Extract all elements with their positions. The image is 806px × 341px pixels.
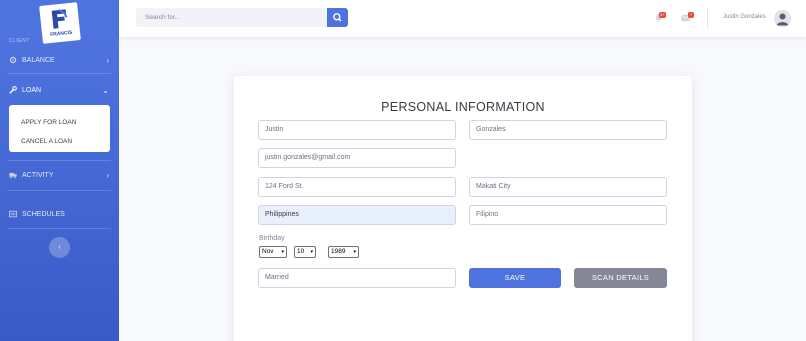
avatar[interactable]: [774, 10, 791, 27]
wrench-icon: [9, 86, 17, 94]
brand-text: FRANCIS: [49, 29, 73, 39]
dropdown-arrow-icon: ▾: [353, 249, 356, 255]
first-name-field[interactable]: Justin: [258, 120, 456, 140]
search-icon: [333, 13, 342, 22]
sidebar-item-label: BALANCE: [22, 56, 55, 64]
address-field[interactable]: 124 Ford St.: [258, 177, 456, 197]
birth-day-value: 10: [297, 248, 305, 255]
alerts-count-badge: 3+: [659, 12, 666, 18]
city-field[interactable]: Makati City: [469, 177, 667, 197]
birth-year-value: 1989: [331, 248, 346, 255]
sidebar-item-label: ACTIVITY: [22, 171, 54, 179]
save-button[interactable]: SAVE: [469, 268, 561, 288]
birthday-label: Birthday: [259, 235, 285, 242]
birth-day-select[interactable]: 10 ▾: [294, 246, 316, 258]
sidebar-divider: [8, 228, 111, 229]
country-field[interactable]: Philippines: [258, 205, 456, 225]
sidebar-divider: [8, 190, 111, 191]
user-avatar-icon: [774, 10, 791, 27]
topbar: Search for... 3+ 7 Justin Gonzales: [119, 0, 806, 37]
sidebar-item-schedules[interactable]: SCHEDULES: [0, 204, 119, 224]
chevron-right-icon: ›: [106, 55, 109, 65]
search-input[interactable]: Search for...: [136, 8, 327, 27]
submenu-item-apply-for-loan[interactable]: APPLY FOR LOAN: [9, 113, 110, 132]
list-icon: [9, 210, 17, 218]
sidebar-item-balance[interactable]: BALANCE ›: [0, 50, 119, 70]
sidebar-toggle-button[interactable]: ‹: [49, 237, 70, 258]
user-name[interactable]: Justin Gonzales: [723, 14, 766, 20]
sidebar-item-loan[interactable]: LOAN ⌄: [0, 80, 119, 100]
messages-count-badge: 7: [688, 12, 694, 18]
personal-information-card: PERSONAL INFORMATION Justin Gonzales jus…: [234, 76, 692, 341]
truck-icon: [9, 173, 17, 179]
topbar-divider: [707, 9, 708, 28]
loan-submenu: APPLY FOR LOAN CANCEL A LOAN: [9, 105, 110, 152]
email-field[interactable]: justin.gonzales@gmail.com: [258, 148, 456, 168]
sidebar-item-label: LOAN: [22, 86, 42, 94]
gear-icon: [9, 56, 17, 64]
sidebar-item-activity[interactable]: ACTIVITY ›: [0, 165, 119, 185]
chevron-right-icon: ›: [106, 170, 109, 180]
sidebar-item-label: SCHEDULES: [22, 210, 65, 218]
chevron-down-icon: ⌄: [102, 85, 109, 95]
birth-month-select[interactable]: Nov ▾: [259, 246, 287, 258]
birth-year-select[interactable]: 1989 ▾: [328, 246, 359, 258]
birth-month-value: Nov: [262, 248, 274, 255]
sidebar: FRANCIS CLIENT BALANCE › LOAN ⌄ APPLY FO…: [0, 0, 119, 341]
dropdown-arrow-icon: ▾: [310, 249, 313, 255]
scan-details-button[interactable]: SCAN DETAILS: [574, 268, 667, 288]
sidebar-divider: [8, 160, 111, 161]
brand-f-icon: [51, 9, 68, 29]
sidebar-divider: [8, 73, 111, 74]
search-button[interactable]: [327, 8, 348, 27]
last-name-field[interactable]: Gonzales: [469, 120, 667, 140]
nationality-field[interactable]: Filipino: [469, 205, 667, 225]
civil-status-field[interactable]: Married: [258, 268, 456, 288]
sidebar-heading: CLIENT: [9, 38, 30, 44]
dropdown-arrow-icon: ▾: [281, 249, 284, 255]
page-title: PERSONAL INFORMATION: [381, 100, 545, 114]
submenu-item-cancel-loan[interactable]: CANCEL A LOAN: [9, 132, 110, 151]
brand-logo[interactable]: FRANCIS: [39, 2, 81, 44]
